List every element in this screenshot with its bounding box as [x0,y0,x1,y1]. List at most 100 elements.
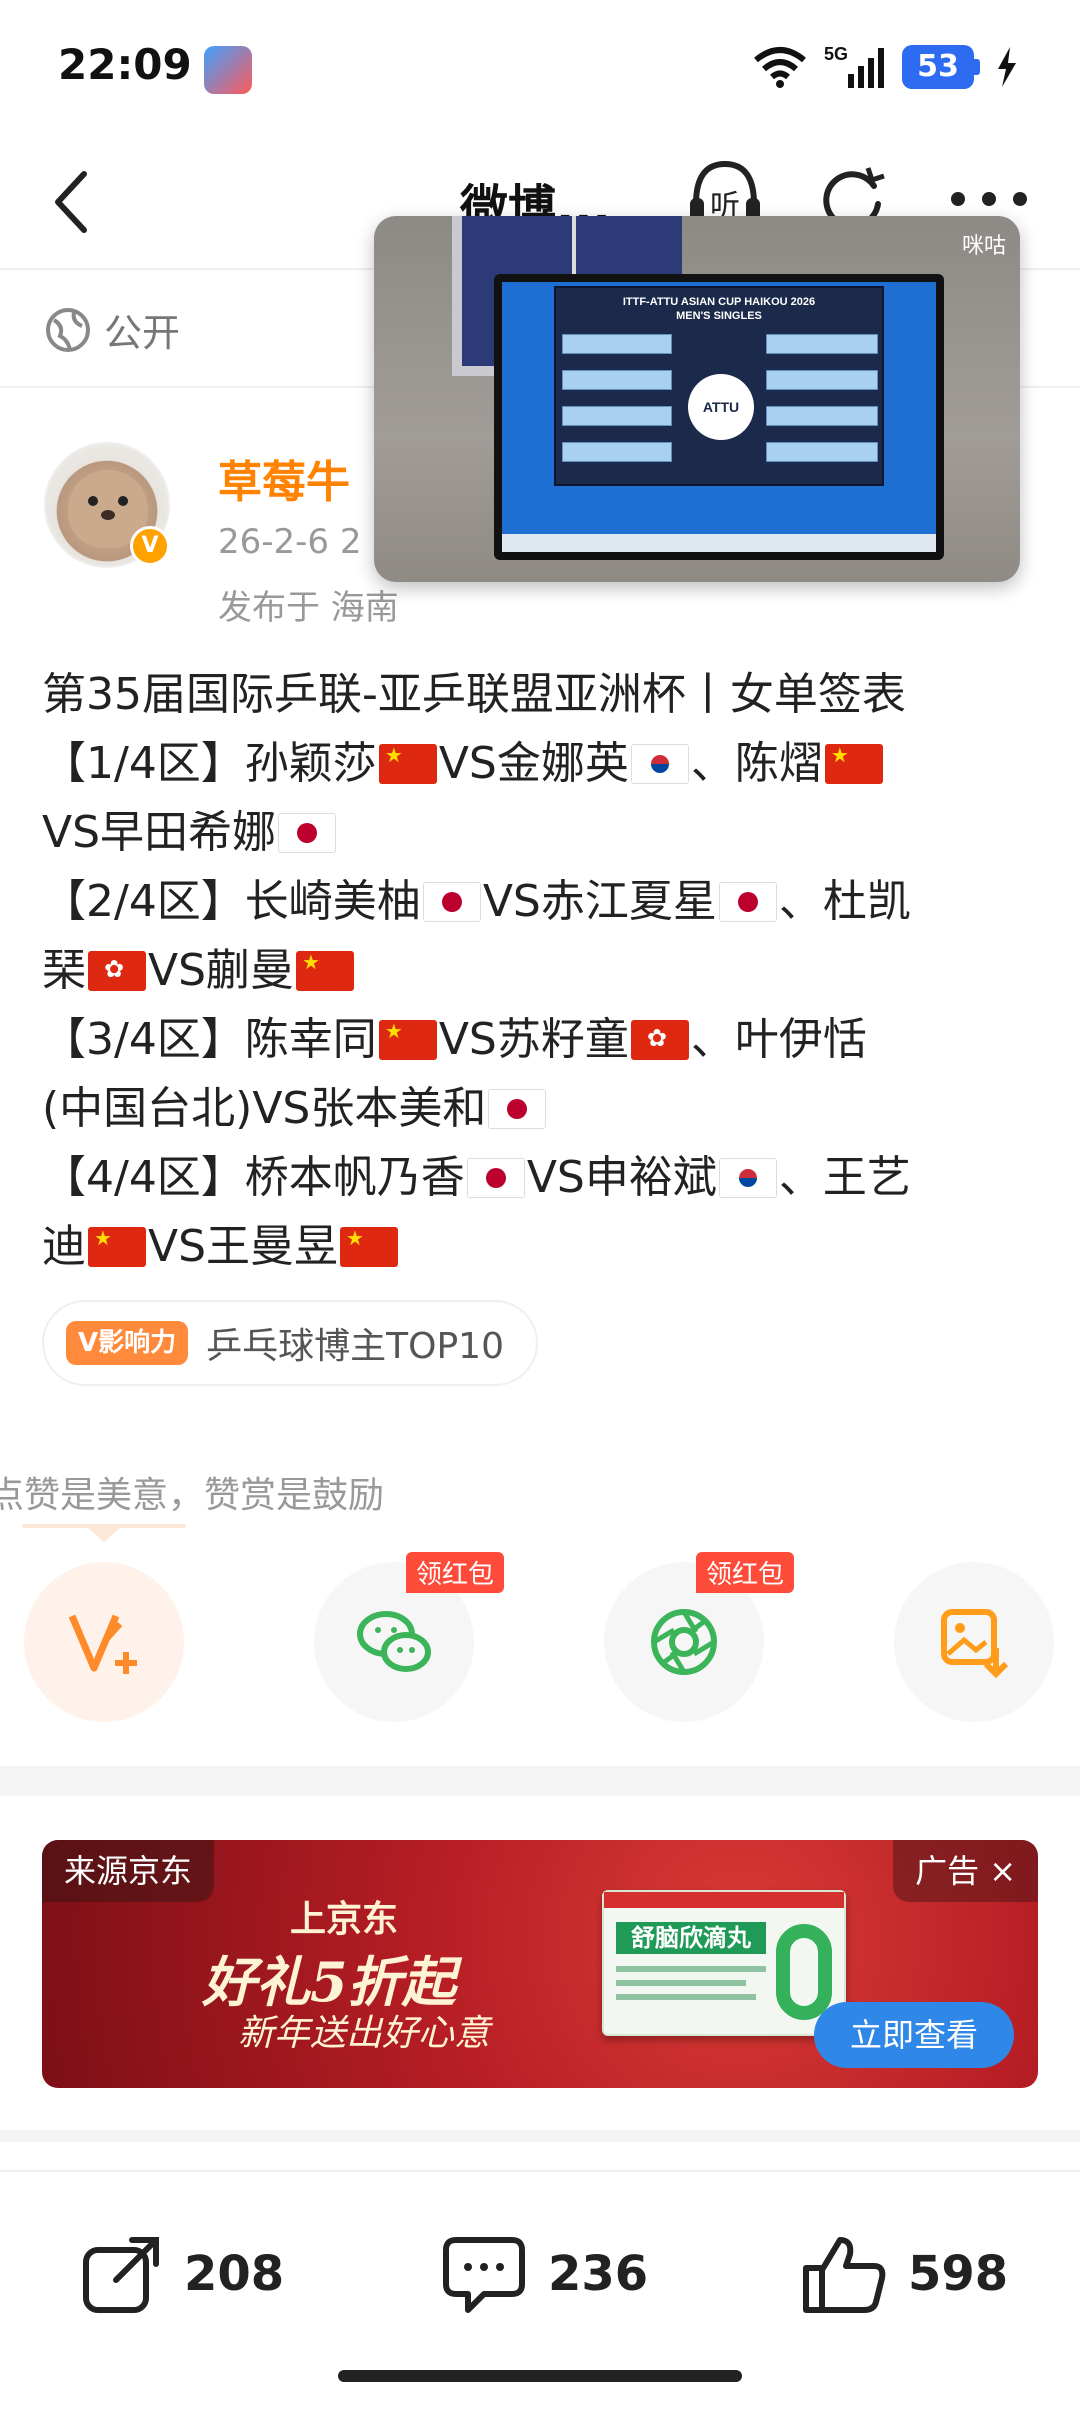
ad-tagline: 新年送出好心意 [238,2013,491,2054]
repost-button[interactable]: 208 [80,2232,284,2316]
flag-jp-icon [278,813,337,853]
post-text-segment: 【4/4区】桥本帆乃香 [42,1152,465,1203]
save-image-button[interactable] [894,1562,1054,1722]
flag-cn-icon [88,1227,146,1267]
status-bar: 22:09 5G 53 [0,0,1080,140]
product-box-image: 舒脑欣滴丸 [602,1890,846,2036]
post-text-segment: 、王艺 [778,1152,911,1203]
flag-kr-icon [630,744,689,784]
post-line: (中国台北)VS张本美和 [42,1074,1052,1143]
like-button[interactable]: 598 [800,2232,1008,2316]
post-text-segment: 琹 [42,945,86,996]
post-line: 第35届国际乒联-亚乒联盟亚洲杯丨女单签表 [42,660,1052,729]
author-name[interactable]: 草莓牛 [218,446,350,510]
visibility-label: 公开 [104,311,181,355]
flag-jp-icon [422,882,481,922]
repost-icon [83,2237,159,2313]
post-line: 琹 VS蒯曼 [42,936,1052,1005]
flag-cn-icon [296,951,355,991]
flag-kr-icon [718,1158,777,1198]
flag-cn-icon [340,1227,399,1267]
home-indicator[interactable] [338,2370,742,2382]
flag-hk-icon [630,1020,689,1060]
back-icon[interactable] [40,162,110,242]
battery-level: 53 [902,45,974,89]
like-icon [803,2237,886,2313]
ad-source: 来源京东 [42,1840,215,1902]
ad-headline: 上京东 [290,1898,399,1940]
post-line: 【4/4区】桥本帆乃香 VS申裕斌 、王艺 [42,1143,1052,1212]
post-text-segment: VS赤江夏星 [482,876,717,927]
wifi-icon [752,46,808,88]
ad-label-text: 广告 [915,1852,980,1890]
post-text-segment: 、叶伊恬 [690,1014,867,1065]
red-packet-badge: 领红包 [405,1552,504,1593]
post-text-segment: VS蒯曼 [148,945,295,996]
globe-icon [44,306,92,354]
flag-jp-icon [718,882,777,922]
ad-label[interactable]: 广告 × [893,1840,1038,1902]
visibility-row: 公开 [44,302,180,357]
post-text-segment: VS金娜英 [438,738,629,789]
ad-banner[interactable]: 来源京东 广告 × 上京东 好礼5折起 新年送出好心意 舒脑欣滴丸 立即查看 [42,1840,1038,2088]
floating-video-window[interactable]: 咪咕 ITTF-ATTU ASIAN CUP HAIKOU 2026 MEN'S… [374,216,1020,582]
red-packet-badge: 领红包 [695,1552,794,1593]
post-line: 迪 VS王曼昱 [42,1212,1052,1281]
post-line: 【3/4区】陈幸同 VS苏籽童 、叶伊恬 [42,1005,1052,1074]
post-text-segment: 迪 [42,1221,86,1272]
product-name: 舒脑欣滴丸 [616,1922,766,1954]
ad-close-icon[interactable]: × [989,1840,1016,1902]
save-image-icon [941,1609,1009,1679]
post-text-segment: VS苏籽童 [438,1014,629,1065]
like-count: 598 [908,2246,1009,2302]
charging-icon [996,47,1018,87]
moments-icon [651,1609,717,1675]
status-indicators: 5G 53 [752,44,1018,90]
flag-jp-icon [488,1089,547,1129]
post-text-segment: 、陈熠 [690,738,823,789]
post-time: 26-2-6 2 [218,522,362,562]
post-line: 【1/4区】孙颖莎 VS金娜英 、陈熠 [42,729,1052,798]
post-text-segment: (中国台北)VS张本美和 [42,1083,487,1134]
bottom-action-bar: 208 236 598 [0,2170,1080,2370]
repost-count: 208 [184,2246,285,2302]
post-line: VS早田希娜 [42,798,1052,867]
wechat-share-button[interactable]: 领红包 [314,1552,504,1722]
comment-icon [443,2237,525,2313]
reward-v-icon [68,1614,137,1674]
network-label: 5G [824,44,848,64]
ad-cta-button[interactable]: 立即查看 [814,2002,1014,2068]
moments-share-button[interactable]: 领红包 [604,1552,794,1722]
post-text-segment: 第35届国际乒联-亚乒联盟亚洲杯丨女单签表 [42,669,906,720]
verified-badge: V [130,526,170,566]
flag-jp-icon [466,1158,525,1198]
post-text-segment: VS申裕斌 [526,1152,717,1203]
post-text-segment: 、杜凯 [778,876,911,927]
influence-tag[interactable]: V影响力 乒乓球博主TOP10 [42,1300,538,1386]
status-time: 22:09 [58,40,192,89]
comment-button[interactable]: 236 [440,2232,648,2316]
screen-subtitle: MEN'S SINGLES [676,310,762,322]
wechat-icon [357,1611,431,1672]
video-watermark: 咪咕 [961,234,1006,259]
post-text-segment: 【1/4区】孙颖莎 [42,738,377,789]
flag-cn-icon [824,744,883,784]
flag-cn-icon [378,744,437,784]
screen-title: ITTF-ATTU ASIAN CUP HAIKOU 2026 [622,296,816,308]
reward-button[interactable] [24,1562,184,1722]
signal-icon: 5G [824,44,886,90]
section-divider [0,1766,1080,1796]
app-icon [204,46,252,94]
flag-hk-icon [88,951,146,991]
section-divider [0,2130,1080,2142]
post-location: 发布于 海南 [218,588,399,628]
post-text-segment: 【3/4区】陈幸同 [42,1014,377,1065]
reward-tip: 点赞是美意，赞赏是鼓励 [0,1475,385,1516]
influence-text: 乒乓球博主TOP10 [206,1326,504,1367]
influence-badge: V影响力 [66,1321,189,1365]
post-text-segment: VS早田希娜 [42,807,277,858]
more-icon[interactable] [944,184,1034,214]
reward-tip-caret [88,1528,120,1542]
post-text-segment: 【2/4区】长崎美柚 [42,876,421,927]
tv-screen: ITTF-ATTU ASIAN CUP HAIKOU 2026 MEN'S SI… [494,274,944,560]
